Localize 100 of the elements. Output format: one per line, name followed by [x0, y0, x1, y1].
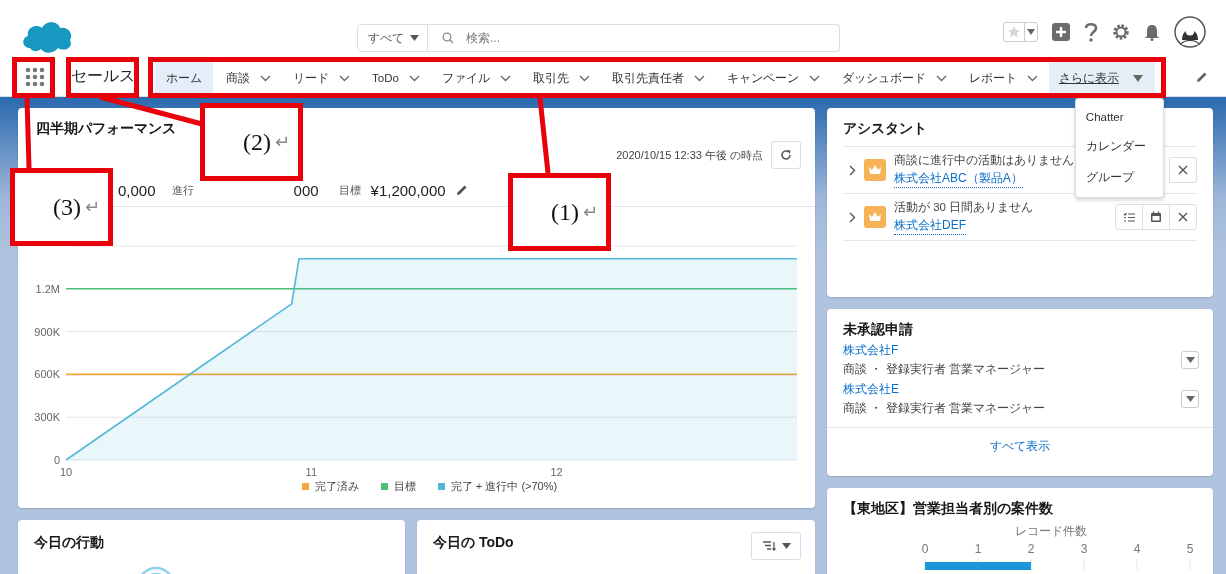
record-link[interactable]: 株式会社E [843, 381, 1045, 398]
card-title: 今日の行動 [34, 533, 104, 552]
axis-tick-label: 0 [53, 454, 60, 466]
axis-tick-label: 0 [921, 542, 929, 556]
metric-label: 目標 [338, 182, 361, 198]
close-button[interactable] [1169, 204, 1197, 230]
caret-down-icon [781, 543, 791, 549]
axis-tick-label: 12 [550, 466, 563, 478]
chevron-right-icon[interactable] [849, 164, 856, 176]
nav-tab[interactable]: キャンペーン [715, 57, 831, 96]
checklist-icon [1122, 211, 1136, 223]
row-menu-button[interactable] [1181, 351, 1199, 369]
axis-title: レコード件数 [1015, 524, 1087, 538]
legend-label: 目標 [393, 479, 416, 494]
settings-icon[interactable] [1112, 23, 1130, 41]
highlight-frame [12, 57, 55, 98]
close-button[interactable] [1169, 157, 1197, 183]
star-icon [1007, 25, 1021, 39]
return-mark: ↵ [84, 196, 100, 218]
caret-down-icon [410, 35, 419, 41]
close-icon [1178, 212, 1188, 222]
search-scope-dropdown[interactable]: すべて [357, 24, 428, 52]
card-title: 今日の ToDo [433, 533, 514, 552]
caret-down-icon [1027, 29, 1035, 35]
calendar-icon [1150, 211, 1162, 223]
refresh-icon [780, 149, 792, 161]
as-of-time: 2020/10/15 12:33 午後 の時点 [616, 147, 763, 163]
search-icon [442, 32, 454, 44]
search-input[interactable]: 検索... [464, 30, 839, 46]
refresh-button[interactable] [771, 141, 801, 169]
card-title: 【東地区】営業担当者別の案件数 [843, 499, 1053, 518]
callout-number: (2) [242, 128, 271, 156]
axis-tick-label: 600K [34, 368, 60, 381]
sort-icon [761, 541, 776, 551]
assistant-message: 商談に進行中の活動はありません [894, 152, 1075, 168]
record-link[interactable]: 株式会社ABC（製品A） [894, 169, 1023, 188]
chevron-down-icon[interactable] [260, 74, 271, 82]
row-menu-button[interactable] [1181, 390, 1199, 408]
caret-down-icon [1132, 74, 1143, 82]
return-mark: ↵ [582, 201, 598, 223]
chevron-down-icon[interactable] [693, 74, 705, 82]
axis-tick-label: 4 [1133, 542, 1141, 556]
axis-tick-label: 11 [305, 466, 317, 478]
axis-tick-label: 3 [1080, 542, 1088, 556]
sort-button[interactable] [751, 532, 801, 560]
nav-tab[interactable]: ファイル [430, 57, 522, 96]
record-link[interactable]: 株式会社DEF [894, 216, 966, 235]
favorites-button[interactable] [1003, 22, 1038, 42]
legend-label: 完了済み [314, 479, 359, 494]
crown-icon [864, 159, 886, 181]
chevron-down-icon[interactable] [408, 74, 420, 82]
help-icon[interactable] [1084, 22, 1098, 42]
metric-value: 000 [293, 181, 319, 199]
axis-tick-label: 900K [34, 325, 60, 338]
close-icon [1178, 165, 1188, 175]
search-field[interactable]: 検索... [428, 24, 840, 52]
chevron-down-icon[interactable] [339, 74, 350, 82]
record-link[interactable]: 株式会社F [843, 342, 1045, 359]
chevron-down-icon[interactable] [808, 74, 820, 82]
axis-tick-label: 1 [974, 542, 982, 556]
axis-tick-label: 1.2M [35, 282, 60, 295]
nav-tab[interactable]: リード [282, 57, 361, 96]
caret-down-icon [1185, 396, 1195, 402]
metric-label: 進行 [171, 182, 194, 198]
pencil-icon[interactable] [1196, 71, 1208, 83]
card-title: アシスタント [843, 119, 927, 138]
metric-value: ¥1,200,000 [370, 181, 446, 199]
card-title: 四半期パフォーマンス [36, 119, 176, 138]
nav-tab[interactable]: 取引先 [521, 57, 601, 96]
chevron-down-icon[interactable] [1026, 74, 1038, 82]
nav-tab[interactable]: ダッシュボード [830, 57, 958, 96]
callout-number: (3) [52, 193, 81, 221]
axis-tick-label: 10 [59, 466, 73, 478]
notifications-icon[interactable] [1144, 23, 1160, 41]
menu-item[interactable]: カレンダー [1075, 130, 1163, 162]
calendar-button[interactable] [1142, 204, 1170, 230]
nav-tab[interactable]: レポート [957, 57, 1049, 96]
assistant-message: 活動が 30 日間ありません [894, 199, 1035, 215]
chevron-down-icon[interactable] [935, 74, 947, 82]
menu-item[interactable]: グループ [1075, 161, 1163, 193]
chevron-right-icon[interactable] [849, 211, 856, 223]
menu-item[interactable]: Chatter [1075, 102, 1163, 131]
axis-tick-label: 300K [34, 411, 60, 424]
view-all-link[interactable]: すべて表示 [990, 438, 1050, 455]
metric-value: 0,000 [118, 181, 156, 199]
approval-detail: 商談 ・ 登録実行者 営業マネージャー [843, 400, 1045, 417]
axis-tick-label: 2 [1027, 542, 1035, 556]
nav-tab[interactable]: 商談 [215, 57, 282, 96]
caret-down-icon [1185, 357, 1195, 363]
callout-number: (1) [550, 198, 579, 226]
add-icon[interactable] [1052, 23, 1070, 41]
pencil-icon[interactable] [455, 184, 468, 196]
return-mark: ↵ [274, 131, 290, 153]
card-title: 未承認申請 [843, 320, 913, 339]
chevron-down-icon[interactable] [578, 74, 590, 82]
avatar-icon[interactable] [1174, 16, 1206, 48]
nav-tab[interactable]: 取引先責任者 [600, 57, 716, 96]
nav-tab[interactable]: ToDo [361, 57, 431, 96]
chevron-down-icon[interactable] [499, 74, 511, 82]
grid-icon [25, 66, 45, 87]
